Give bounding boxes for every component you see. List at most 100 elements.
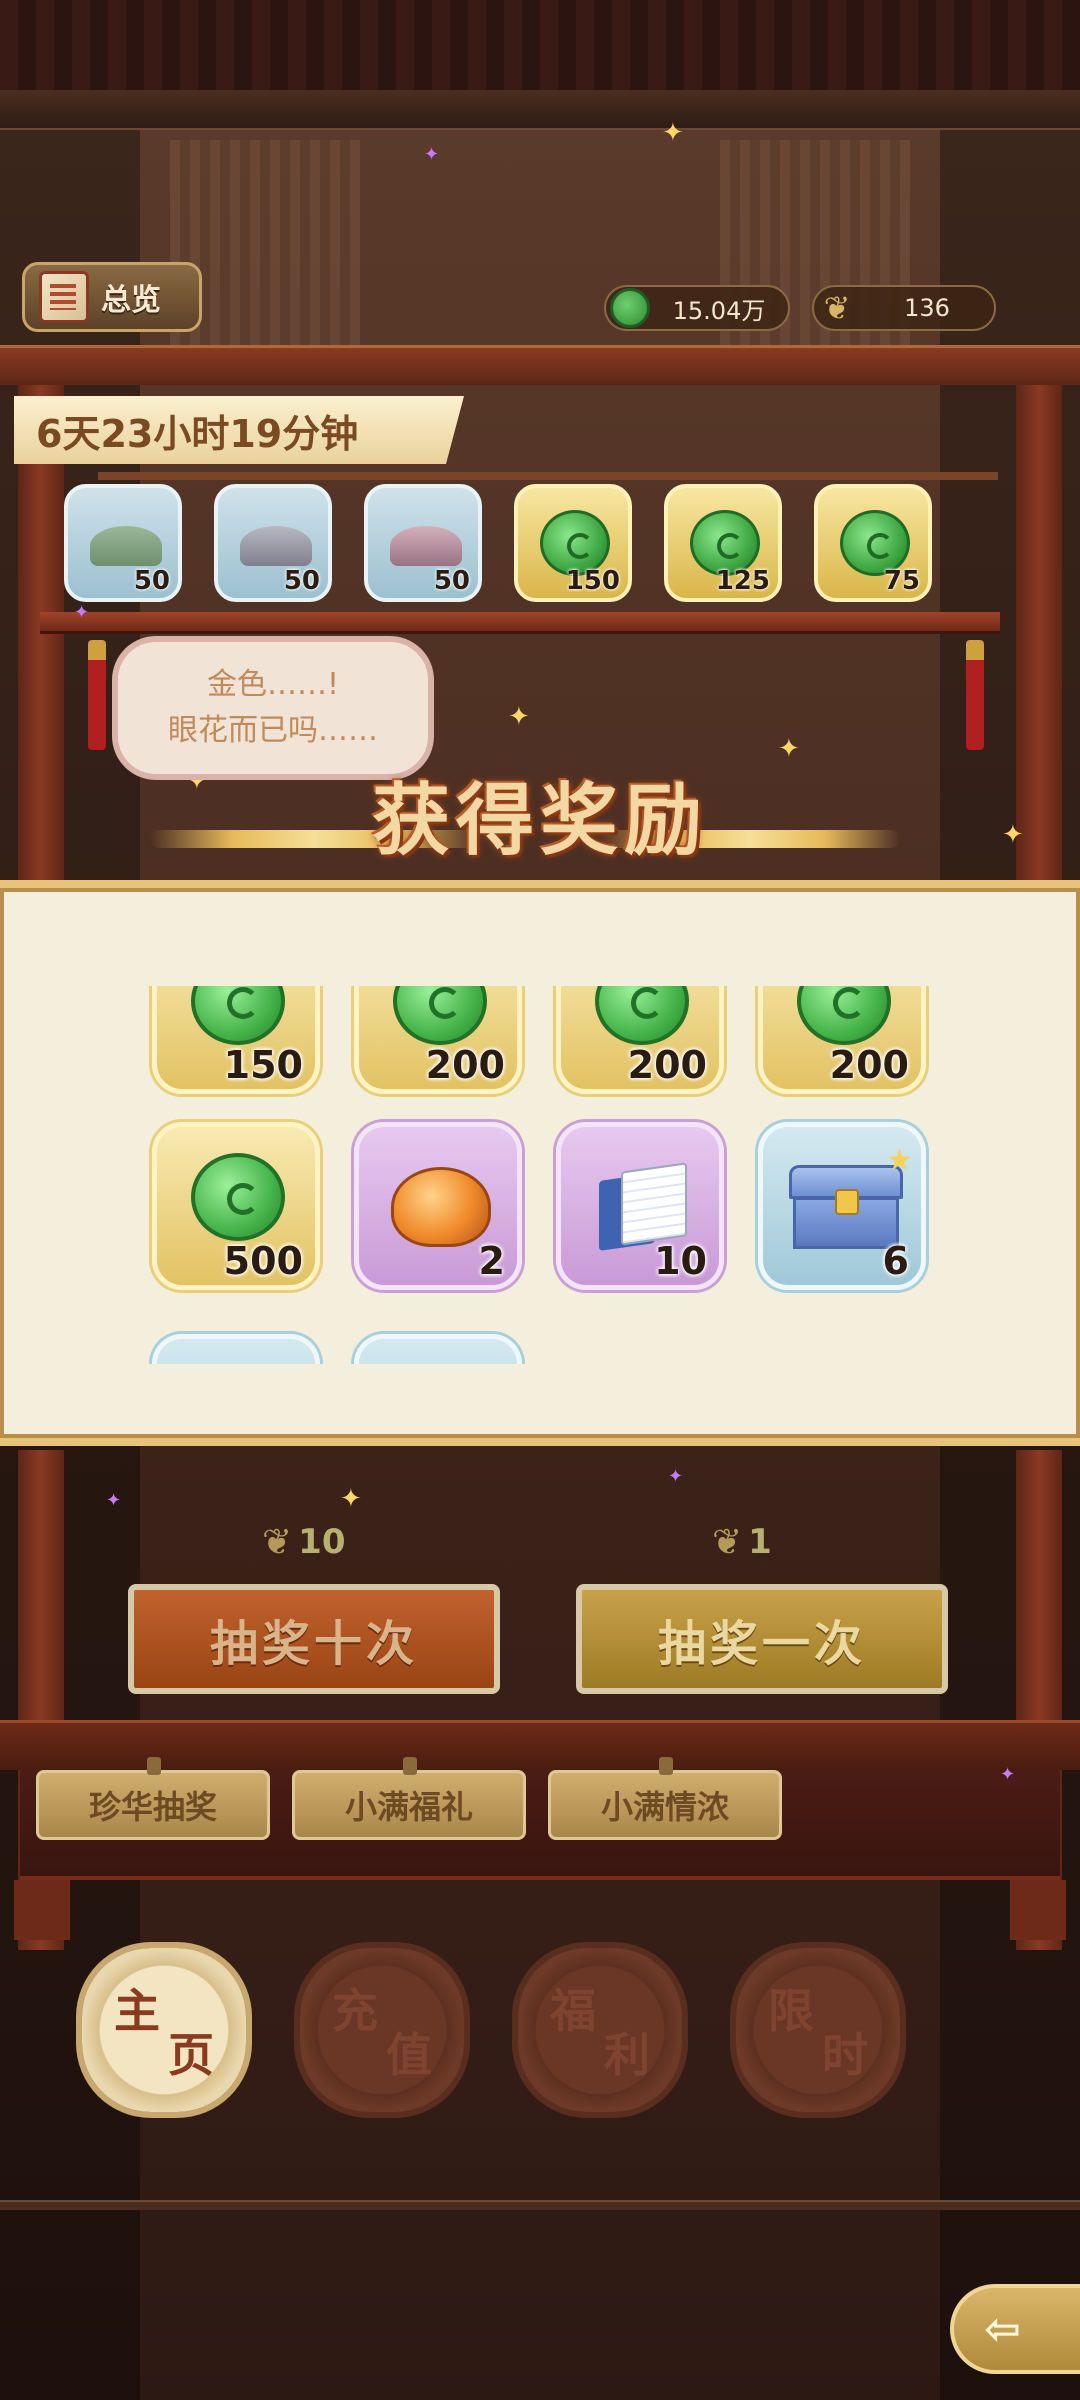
feather-icon: ❦ xyxy=(712,1521,743,1563)
reward-qty: 200 xyxy=(425,1043,505,1087)
reward-qty: 200 xyxy=(627,1043,707,1087)
jade-icon xyxy=(797,986,891,1045)
stall-post-right xyxy=(1016,385,1062,945)
book-icon xyxy=(39,271,89,323)
reward-item xyxy=(354,1334,522,1364)
nav-char: 页 xyxy=(168,2028,214,2082)
shelf-item-qty: 50 xyxy=(133,566,170,596)
feather-icon: ❦ xyxy=(262,1521,293,1563)
nav-home[interactable]: 主 页 xyxy=(82,1948,246,2112)
feather-amount: 136 xyxy=(904,294,950,322)
shelf-item[interactable]: 50 xyxy=(214,484,332,602)
hanging-rod xyxy=(98,472,998,480)
timer-text: 6天23小时19分钟 xyxy=(36,411,359,456)
shelf-item-qty: 50 xyxy=(433,566,470,596)
jade-amount: 15.04万 xyxy=(672,296,766,325)
reward-qty: 150 xyxy=(223,1043,303,1087)
one-draw-cost: ❦ 1 xyxy=(712,1518,772,1566)
scroll-book-icon xyxy=(599,1162,691,1251)
stall-post-left xyxy=(18,385,64,945)
draw-ten-button[interactable]: 抽奖十次 xyxy=(128,1584,500,1694)
reward-item: 200 xyxy=(758,986,926,1094)
counter-foot xyxy=(14,1880,70,1940)
overview-label: 总览 xyxy=(101,283,161,318)
ten-cost-value: 10 xyxy=(298,1522,346,1562)
red-tassel xyxy=(88,640,106,750)
feather-icon: ❦ xyxy=(823,289,851,327)
one-cost-value: 1 xyxy=(748,1522,772,1562)
shelf-item-qty: 75 xyxy=(883,566,920,596)
back-arrow-icon: ⇦ xyxy=(984,2303,1021,2355)
reward-item: 200 xyxy=(556,986,724,1094)
nav-welfare[interactable]: 福 利 xyxy=(518,1948,682,2112)
ceiling-beam xyxy=(0,90,1080,130)
sparkle-icon: ✦ xyxy=(778,734,800,764)
nav-limited[interactable]: 限 时 xyxy=(736,1948,900,2112)
reward-item: ★ 6 xyxy=(758,1122,926,1290)
shelf-item[interactable]: 50 xyxy=(364,484,482,602)
sparkle-icon: ✦ xyxy=(424,144,440,165)
reward-title: 获得奖励 xyxy=(371,776,708,866)
jade-icon xyxy=(595,986,689,1045)
reward-qty: 500 xyxy=(223,1239,303,1283)
reward-qty: 6 xyxy=(882,1239,909,1283)
sparkle-icon: ✦ xyxy=(340,1484,362,1514)
ten-draw-cost: ❦ 10 xyxy=(262,1518,346,1566)
sparkle-icon: ✦ xyxy=(106,1490,122,1511)
powder-icon xyxy=(390,526,462,566)
sparkle-icon: ✦ xyxy=(1002,820,1024,850)
reward-qty: 200 xyxy=(829,1043,909,1087)
reward-list[interactable]: 150 200 200 200 500 2 10 ★ 6 xyxy=(0,986,1080,1364)
sparkle-icon: ✦ xyxy=(668,1466,684,1487)
overview-button[interactable]: 总览 xyxy=(22,262,202,332)
event-timer: 6天23小时19分钟 xyxy=(14,396,464,464)
amber-stone-icon xyxy=(391,1167,491,1247)
sparkle-icon: ✦ xyxy=(508,702,530,732)
jade-icon xyxy=(191,986,285,1045)
shelf-item-qty: 125 xyxy=(715,566,770,596)
tab-xiaoman-affection[interactable]: 小满情浓 xyxy=(548,1757,782,1840)
nav-char: 充 xyxy=(332,1984,378,2038)
shelf-item[interactable]: 125 xyxy=(664,484,782,602)
counter-foot xyxy=(1010,1880,1066,1940)
jade-icon xyxy=(191,1153,285,1241)
reward-qty: 10 xyxy=(654,1239,707,1283)
jade-currency: 15.04万 xyxy=(604,285,790,331)
red-tassel xyxy=(966,640,984,750)
jade-icon xyxy=(393,986,487,1045)
shelf-item-qty: 50 xyxy=(283,566,320,596)
tab-xiaoman-gift[interactable]: 小满福礼 xyxy=(292,1757,526,1840)
stall-roof xyxy=(0,345,1080,385)
nav-char: 主 xyxy=(114,1984,160,2038)
powder-icon xyxy=(90,526,162,566)
nav-char: 福 xyxy=(550,1984,596,2038)
tab-treasure-draw[interactable]: 珍华抽奖 xyxy=(36,1757,270,1840)
bubble-line: 金色……! xyxy=(206,667,340,702)
nav-char: 值 xyxy=(386,2028,432,2082)
feather-currency: ❦ 136 xyxy=(812,285,996,331)
back-button[interactable]: ⇦ xyxy=(950,2284,1080,2374)
shelf-item[interactable]: 50 xyxy=(64,484,182,602)
sparkle-icon: ✦ xyxy=(74,602,90,623)
draw-one-button[interactable]: 抽奖一次 xyxy=(576,1584,948,1694)
nav-recharge[interactable]: 充 值 xyxy=(300,1948,464,2112)
shelf-item[interactable]: 150 xyxy=(514,484,632,602)
reward-item: 2 xyxy=(354,1122,522,1290)
reward-panel[interactable]: 150 200 200 200 500 2 10 ★ 6 xyxy=(0,880,1080,1446)
reward-item xyxy=(152,1334,320,1364)
sparkle-icon: ✦ xyxy=(662,118,684,148)
nav-char: 时 xyxy=(822,2028,868,2082)
reward-item: 10 xyxy=(556,1122,724,1290)
powder-icon xyxy=(240,526,312,566)
wall-scroll xyxy=(170,140,360,360)
reward-item: 150 xyxy=(152,986,320,1094)
nav-char: 利 xyxy=(604,2028,650,2082)
reward-qty: 2 xyxy=(478,1239,505,1283)
counter-top xyxy=(0,1720,1080,1770)
bubble-line: 眼花而已吗…… xyxy=(168,713,378,748)
jade-icon xyxy=(610,288,650,328)
sparkle-icon: ✦ xyxy=(1000,1764,1016,1785)
shelf-item[interactable]: 75 xyxy=(814,484,932,602)
nav-char: 限 xyxy=(768,1984,814,2038)
shelf-beam xyxy=(40,612,1000,634)
